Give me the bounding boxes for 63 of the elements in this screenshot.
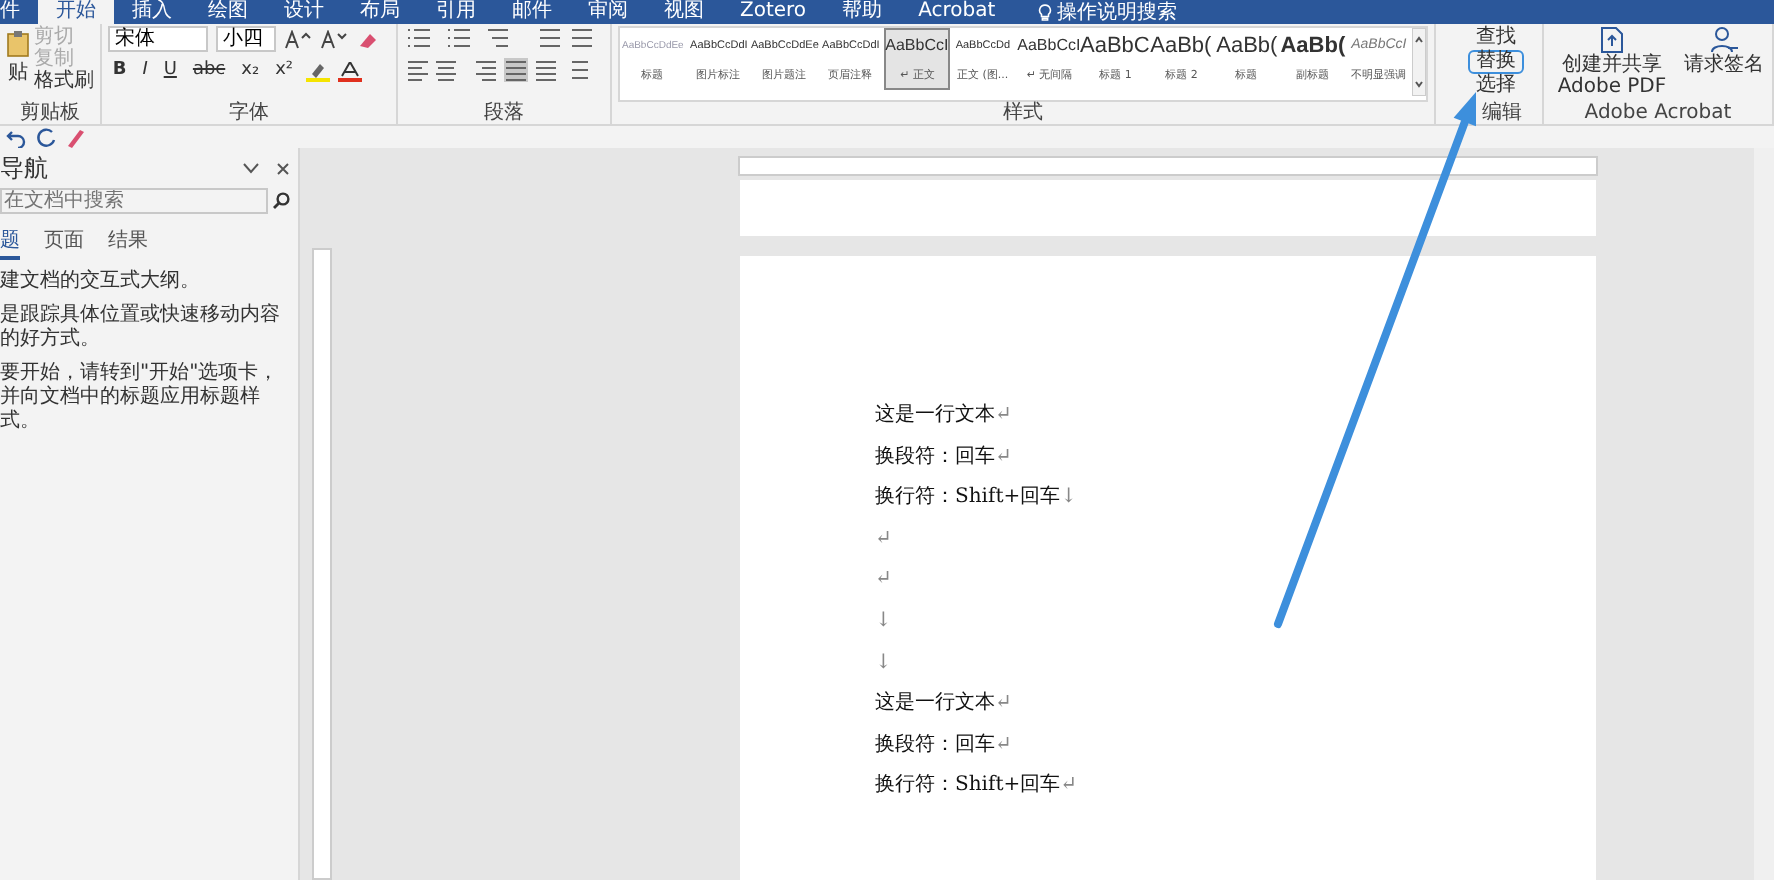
- pane-tab[interactable]: 题: [0, 226, 20, 260]
- font-color-icon: [337, 61, 361, 81]
- group-label: 编辑: [1479, 102, 1524, 124]
- ribbon-tab[interactable]: Zotero: [722, 0, 825, 24]
- group-label: 样式: [1000, 102, 1045, 124]
- hint-text: 是跟踪具体位置或快速移动内容的好方式。: [0, 304, 282, 352]
- document-line: ↓: [875, 609, 894, 634]
- format-button[interactable]: I: [138, 60, 152, 82]
- format-button[interactable]: x₂: [237, 60, 264, 82]
- shrink-font-icon: [320, 29, 349, 49]
- eraser-icon: [356, 29, 379, 49]
- font-size-field[interactable]: 小四: [216, 26, 277, 52]
- chevron-down-icon[interactable]: [242, 162, 260, 174]
- editing-button[interactable]: 替换: [1467, 50, 1524, 74]
- document-line: 换段符：回车↵: [875, 733, 1014, 758]
- group-label: 段落: [481, 102, 526, 124]
- font-name-field[interactable]: 宋体: [108, 26, 209, 52]
- document-line: ↵: [875, 527, 894, 552]
- ribbon-tab[interactable]: 开始: [38, 0, 114, 24]
- clipboard-button[interactable]: 格式刷: [34, 70, 94, 92]
- hint-text: 要开始，请转到"开始"选项卡，并向文档中的标题应用标题样式。: [0, 362, 281, 434]
- group-label: 字体: [227, 102, 272, 124]
- ribbon-tab[interactable]: Acrobat: [900, 0, 1014, 24]
- document-line: ↵: [875, 568, 894, 593]
- pane-tab[interactable]: 结果: [108, 226, 148, 260]
- gallery-scroll-icon[interactable]: [1411, 28, 1426, 96]
- format-button[interactable]: abc: [188, 60, 230, 82]
- ribbon-tab[interactable]: 插入: [114, 0, 190, 24]
- format-button[interactable]: B: [108, 60, 131, 82]
- ribbon-tab[interactable]: 件: [0, 0, 38, 24]
- ribbon-tab[interactable]: 邮件: [494, 0, 570, 24]
- document-line: ↓: [875, 651, 894, 676]
- group-label: Adobe Acrobat: [1582, 102, 1734, 124]
- redo-icon[interactable]: [36, 127, 56, 147]
- ribbon-tab[interactable]: 视图: [646, 0, 722, 24]
- search-icon: [272, 192, 290, 210]
- hint-text: 建文档的交互式大纲。: [0, 270, 202, 294]
- document-line: 这是一行文本↵: [875, 404, 1014, 428]
- grow-font-icon: [284, 29, 313, 49]
- acrobat-button[interactable]: 创建并共享 Adobe PDF: [1550, 26, 1674, 98]
- tell-me-search[interactable]: 操作说明搜索: [1057, 0, 1178, 26]
- format-button[interactable]: U: [159, 60, 181, 82]
- ribbon-tab[interactable]: 帮助: [824, 0, 901, 24]
- ribbon-tab[interactable]: 设计: [266, 0, 342, 24]
- clipboard-icon: [6, 30, 30, 58]
- ribbon-tab[interactable]: 引用: [418, 0, 494, 24]
- paste-button[interactable]: 贴: [6, 26, 30, 90]
- document-line: 这是一行文本↵: [875, 692, 1014, 717]
- editing-button[interactable]: 选择: [1467, 74, 1524, 98]
- ribbon-tab[interactable]: 绘图: [190, 0, 266, 24]
- ribbon-tab[interactable]: 布局: [342, 0, 418, 24]
- document-line: 换行符：Shift+回车↓: [875, 486, 1079, 511]
- pane-title: 导航: [0, 151, 50, 185]
- undo-icon[interactable]: [6, 127, 26, 147]
- highlighter-icon: [305, 61, 329, 81]
- close-icon[interactable]: [276, 161, 290, 175]
- document-line: 换段符：回车↵: [875, 445, 1014, 470]
- pane-tab[interactable]: 页面: [44, 226, 84, 260]
- group-label: 剪贴板: [18, 102, 83, 124]
- format-button[interactable]: x²: [271, 60, 297, 82]
- editing-button[interactable]: 查找: [1467, 26, 1524, 50]
- acrobat-button[interactable]: 请求签名: [1682, 26, 1766, 76]
- document-line: 换行符：Shift+回车↵: [875, 774, 1079, 799]
